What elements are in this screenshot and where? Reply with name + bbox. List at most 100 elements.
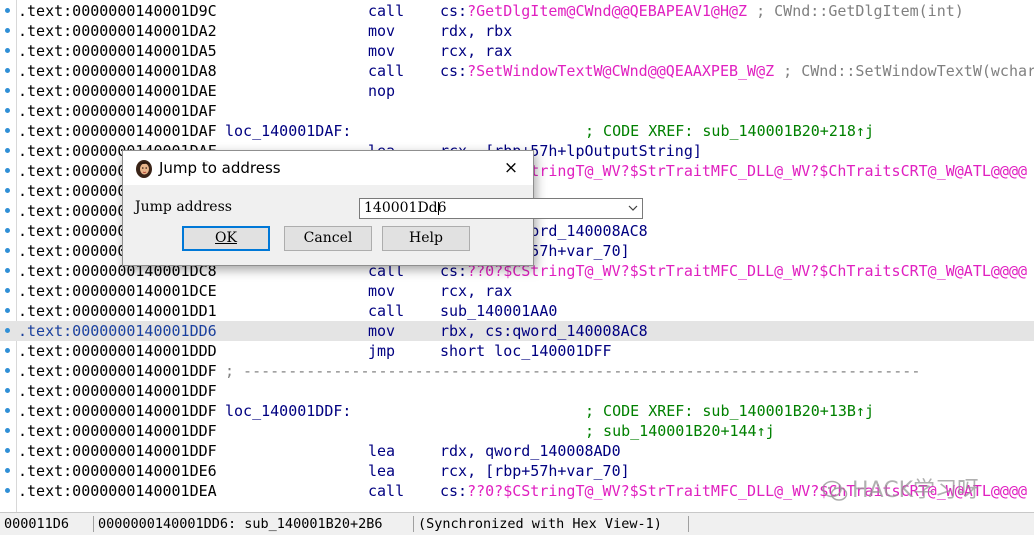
dialog-title: Jump to address	[159, 159, 281, 177]
line-address: .text:0000000140001DD6	[18, 322, 217, 340]
operand-text: rdx, qword_140008AD0	[440, 442, 621, 460]
disasm-line[interactable]: .text:0000000140001DDF ; ----------------…	[0, 361, 1034, 381]
breakpoint-dot-icon[interactable]	[5, 268, 10, 273]
breakpoint-dot-icon[interactable]	[5, 428, 10, 433]
status-file-offset: 000011D6	[4, 516, 70, 532]
line-address: .text:0000000140001DA5	[18, 42, 217, 60]
disasm-line[interactable]: .text:0000000140001D9C call cs:?GetDlgItem…	[0, 1, 1034, 21]
breakpoint-dot-icon[interactable]	[5, 328, 10, 333]
disasm-line[interactable]: .text:0000000140001DD6 mov rbx, cs:qword_1…	[0, 321, 1034, 341]
status-divider	[688, 516, 689, 532]
disasm-line[interactable]: .text:0000000140001DDD jmp short loc_14000…	[0, 341, 1034, 361]
operands[interactable]: short loc_140001DFF	[440, 341, 612, 361]
xref-comment[interactable]: ; CODE XREF: sub_140001B20+13B↑j	[585, 401, 874, 421]
xref-comment[interactable]: ; CODE XREF: sub_140001B20+218↑j	[585, 121, 874, 141]
jump-to-address-dialog: Jump to address × Jump address 140001Dd6…	[122, 150, 643, 266]
breakpoint-dot-icon[interactable]	[5, 48, 10, 53]
breakpoint-dot-icon[interactable]	[5, 408, 10, 413]
breakpoint-dot-icon[interactable]	[5, 188, 10, 193]
line-address: .text:0000000140001DDF	[18, 402, 217, 420]
breakpoint-dot-icon[interactable]	[5, 468, 10, 473]
disasm-line[interactable]: .text:0000000140001DD1 call sub_140001AA0	[0, 301, 1034, 321]
breakpoint-dot-icon[interactable]	[5, 128, 10, 133]
operands[interactable]: sub_140001AA0	[440, 301, 557, 321]
breakpoint-dot-icon[interactable]	[5, 168, 10, 173]
operand-symbol: ??0?$CStringT@_WV?$StrTraitMFC_DLL@_WV?$…	[467, 262, 1028, 280]
operand-text: cs:	[440, 2, 468, 20]
breakpoint-dot-icon[interactable]	[5, 448, 10, 453]
disasm-line[interactable]: .text:0000000140001DCE mov rcx, rax	[0, 281, 1034, 301]
disasm-line[interactable]: .text:0000000140001DDF ; sub_140001B20+14…	[0, 421, 1034, 441]
operand-text: rdx, rbx	[440, 22, 513, 40]
operands[interactable]: rcx, rax	[440, 281, 512, 301]
operand-text: rcx, [rbp+57h+var_70]	[440, 462, 630, 480]
operands[interactable]: cs:?GetDlgItem@CWnd@@QEBAPEAV1@H@Z ; CWn…	[440, 1, 964, 21]
breakpoint-dot-icon[interactable]	[5, 348, 10, 353]
breakpoint-dot-icon[interactable]	[5, 388, 10, 393]
mnemonic: nop	[368, 82, 396, 100]
operands[interactable]: rbx, cs:qword_140008AC8	[440, 321, 648, 341]
code-label[interactable]: loc_140001DAF:	[225, 121, 351, 141]
disasm-line[interactable]: .text:0000000140001DDF lea rdx, qword_1400…	[0, 441, 1034, 461]
line-address: .text:0000000140001D9C	[18, 2, 217, 20]
breakpoint-dot-icon[interactable]	[5, 248, 10, 253]
operand-text: rbx, cs:qword_140008AC8	[440, 322, 648, 340]
operands[interactable]: rdx, qword_140008AD0	[440, 441, 621, 461]
code-label[interactable]: loc_140001DDF:	[225, 401, 351, 421]
operand-symbol: ??1?$CStringT@_WV?$StrTraitMFC_DLL@_WV?$…	[467, 162, 1028, 180]
disasm-line[interactable]: .text:0000000140001DAF	[0, 101, 1034, 121]
breakpoint-dot-icon[interactable]	[5, 228, 10, 233]
line-address: .text:0000000140001DDF	[18, 422, 217, 440]
operands[interactable]: cs:?SetWindowTextW@CWnd@@QEAAXPEB_W@Z ; …	[440, 61, 1034, 81]
line-address: .text:0000000140001DD1	[18, 302, 217, 320]
line-comment: ; CWnd::SetWindowTextW(wchar	[774, 62, 1034, 80]
breakpoint-dot-icon[interactable]	[5, 308, 10, 313]
breakpoint-dot-icon[interactable]	[5, 208, 10, 213]
line-address: .text:0000000140001DAE	[18, 82, 217, 100]
operands[interactable]: rcx, [rbp+57h+var_70]	[440, 461, 630, 481]
line-address: .text:0000000140001DE6	[18, 462, 217, 480]
breakpoint-dot-icon[interactable]	[5, 488, 10, 493]
line-address: .text:0000000140001DDF	[18, 442, 217, 460]
close-button[interactable]: ×	[489, 151, 533, 185]
ok-button-label: OK	[215, 230, 237, 246]
breakpoint-dot-icon[interactable]	[5, 28, 10, 33]
jump-address-combobox[interactable]: 140001Dd6	[359, 198, 643, 219]
line-address: .text:0000000140001DA2	[18, 22, 217, 40]
text-caret	[438, 202, 439, 215]
operand-text: rcx, rax	[440, 282, 513, 300]
mnemonic: mov	[368, 22, 396, 40]
breakpoint-dot-icon[interactable]	[5, 288, 10, 293]
ok-button[interactable]: OK	[182, 226, 270, 251]
disasm-line[interactable]: .text:0000000140001DA5 mov rcx, rax	[0, 41, 1034, 61]
breakpoint-dot-icon[interactable]	[5, 88, 10, 93]
operands[interactable]: rdx, rbx	[440, 21, 512, 41]
disasm-line[interactable]: .text:0000000140001DAE nop	[0, 81, 1034, 101]
line-address: .text:0000000140001DDF	[18, 362, 217, 380]
chevron-down-icon[interactable]	[624, 199, 642, 218]
mnemonic: call	[368, 62, 405, 80]
line-address: .text:0000000140001DDD	[18, 342, 217, 360]
mnemonic: mov	[368, 322, 396, 340]
jump-address-input[interactable]: 140001Dd6	[364, 199, 447, 218]
xref-comment[interactable]: ; sub_140001B20+144↑j	[585, 421, 775, 441]
operands[interactable]: rcx, rax	[440, 41, 512, 61]
operand-symbol: ?GetDlgItem@CWnd@@QEBAPEAV1@H@Z	[467, 2, 748, 20]
dialog-titlebar[interactable]: Jump to address ×	[123, 151, 533, 185]
disasm-line[interactable]: .text:0000000140001DDF loc_140001DDF: ; CO…	[0, 401, 1034, 421]
breakpoint-dot-icon[interactable]	[5, 108, 10, 113]
breakpoint-dot-icon[interactable]	[5, 68, 10, 73]
help-button[interactable]: Help	[382, 226, 470, 251]
status-location: 0000000140001DD6: sub_140001B20+2B6	[98, 516, 383, 532]
breakpoint-dot-icon[interactable]	[5, 148, 10, 153]
disasm-line[interactable]: .text:0000000140001DA2 mov rdx, rbx	[0, 21, 1034, 41]
wechat-icon	[822, 479, 848, 503]
disasm-line[interactable]: .text:0000000140001DA8 call cs:?SetWindowT…	[0, 61, 1034, 81]
breakpoint-dot-icon[interactable]	[5, 368, 10, 373]
cancel-button[interactable]: Cancel	[284, 226, 372, 251]
disasm-line[interactable]: .text:0000000140001DDF	[0, 381, 1034, 401]
mnemonic: call	[368, 482, 405, 500]
breakpoint-dot-icon[interactable]	[5, 8, 10, 13]
disasm-line[interactable]: .text:0000000140001DAF loc_140001DAF: ; CO…	[0, 121, 1034, 141]
mnemonic: mov	[368, 42, 396, 60]
